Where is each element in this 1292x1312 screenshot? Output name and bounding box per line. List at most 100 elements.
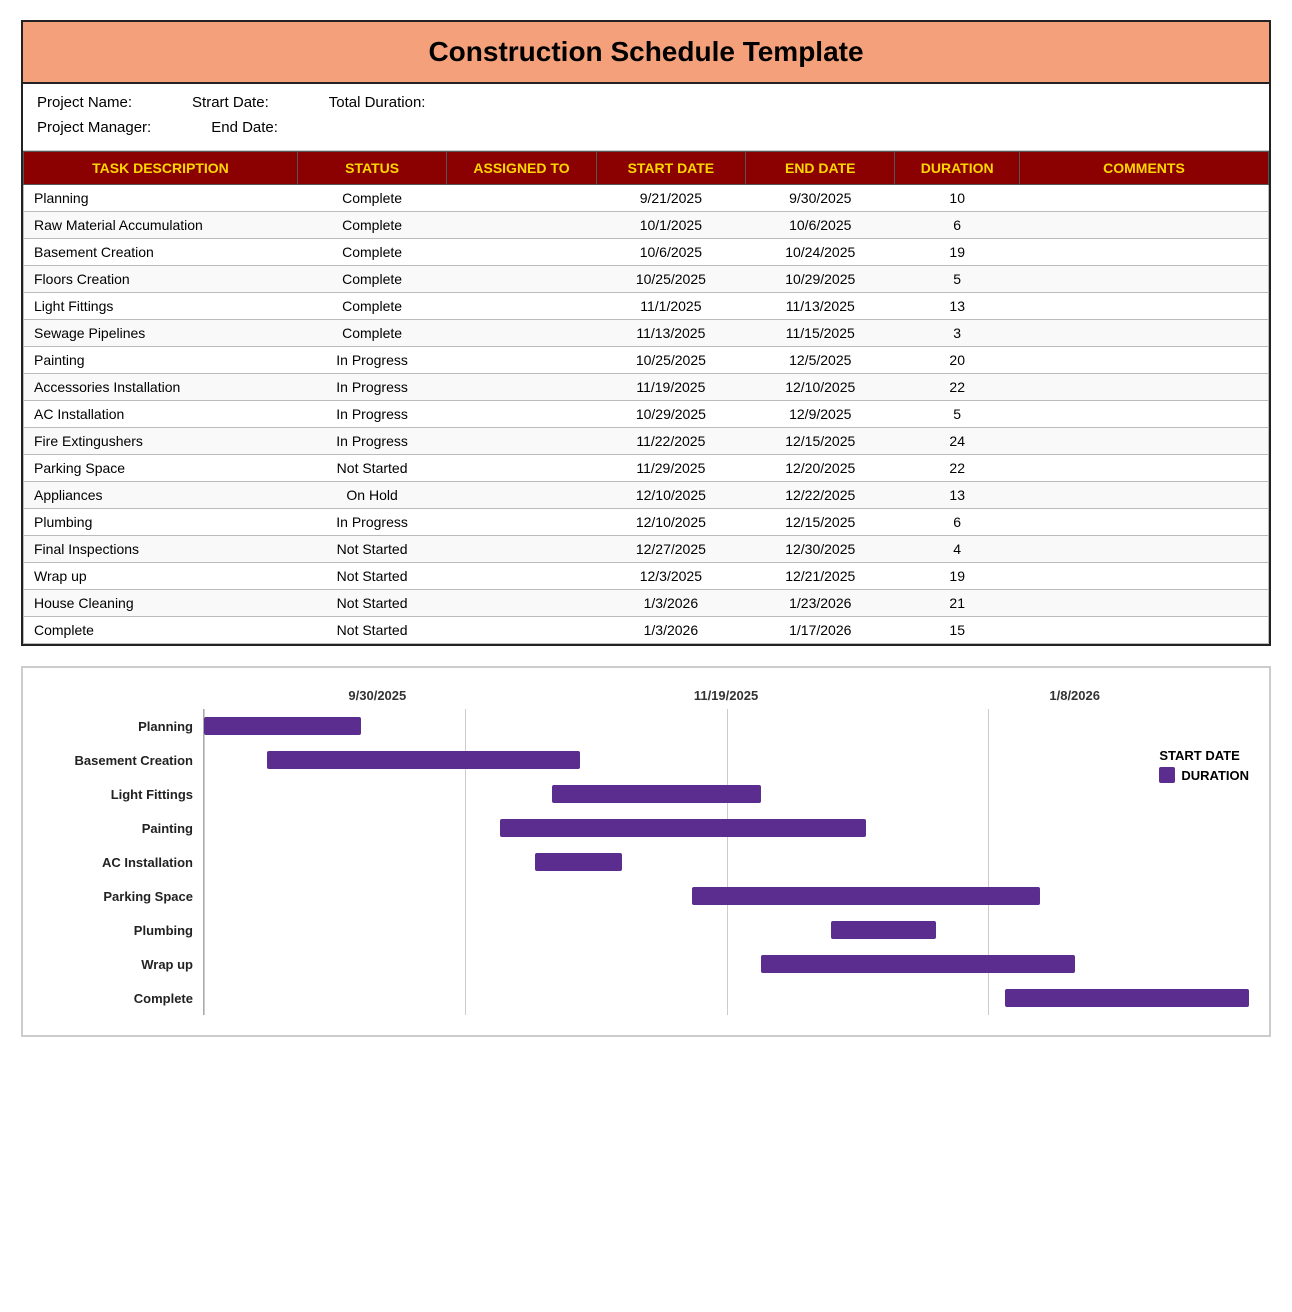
- gantt-bar: [692, 887, 1040, 905]
- task-start: 11/29/2025: [596, 455, 745, 482]
- th-status: STATUS: [297, 152, 446, 185]
- task-end: 12/20/2025: [746, 455, 895, 482]
- gantt-grid-line: [465, 879, 726, 913]
- task-status: Not Started: [297, 563, 446, 590]
- gantt-grid-line: [204, 981, 465, 1015]
- task-start: 1/3/2026: [596, 590, 745, 617]
- gantt-task-label: Basement Creation: [43, 753, 203, 768]
- gantt-chart-area: [203, 879, 1249, 913]
- task-assigned: [447, 374, 596, 401]
- gantt-grid-line: [204, 947, 465, 981]
- gantt-grid-line: [465, 947, 726, 981]
- task-name: Accessories Installation: [24, 374, 298, 401]
- meta-row-2: Project Manager: End Date:: [37, 119, 1255, 136]
- task-assigned: [447, 239, 596, 266]
- task-duration: 3: [895, 320, 1020, 347]
- page-title: Construction Schedule Template: [23, 22, 1269, 84]
- task-comments: [1019, 239, 1268, 266]
- task-comments: [1019, 482, 1268, 509]
- task-start: 12/27/2025: [596, 536, 745, 563]
- task-start: 11/22/2025: [596, 428, 745, 455]
- table-row: Parking Space Not Started 11/29/2025 12/…: [24, 455, 1269, 482]
- gantt-task-label: Planning: [43, 719, 203, 734]
- task-name: Complete: [24, 617, 298, 644]
- task-name: Parking Space: [24, 455, 298, 482]
- legend-start-item: START DATE: [1159, 748, 1249, 763]
- task-comments: [1019, 401, 1268, 428]
- task-start: 10/29/2025: [596, 401, 745, 428]
- gantt-x-label: 1/8/2026: [900, 688, 1249, 703]
- gantt-task-label: Complete: [43, 991, 203, 1006]
- gantt-header: 9/30/202511/19/20251/8/2026: [203, 688, 1249, 703]
- task-status: Complete: [297, 293, 446, 320]
- task-duration: 22: [895, 455, 1020, 482]
- gantt-chart-area: [203, 709, 1249, 743]
- task-comments: [1019, 590, 1268, 617]
- task-end: 12/10/2025: [746, 374, 895, 401]
- task-start: 11/19/2025: [596, 374, 745, 401]
- gantt-grid-line: [204, 811, 465, 845]
- gantt-bar: [535, 853, 622, 871]
- task-duration: 21: [895, 590, 1020, 617]
- task-status: Not Started: [297, 455, 446, 482]
- gantt-grid-line: [988, 811, 1249, 845]
- table-row: Floors Creation Complete 10/25/2025 10/2…: [24, 266, 1269, 293]
- task-name: Appliances: [24, 482, 298, 509]
- task-name: Floors Creation: [24, 266, 298, 293]
- table-row: Painting In Progress 10/25/2025 12/5/202…: [24, 347, 1269, 374]
- gantt-grid-line: [727, 777, 988, 811]
- task-end: 12/15/2025: [746, 509, 895, 536]
- task-start: 12/10/2025: [596, 482, 745, 509]
- gantt-chart-area: [203, 811, 1249, 845]
- task-comments: [1019, 293, 1268, 320]
- gantt-wrapper: 9/30/202511/19/20251/8/2026 Planning Base…: [21, 666, 1271, 1037]
- task-assigned: [447, 455, 596, 482]
- task-duration: 13: [895, 482, 1020, 509]
- task-name: Sewage Pipelines: [24, 320, 298, 347]
- gantt-bar: [267, 751, 581, 769]
- gantt-body: Planning Basement Creation Light Fittings P…: [43, 709, 1249, 1015]
- gantt-chart-area: [203, 777, 1249, 811]
- task-end: 11/15/2025: [746, 320, 895, 347]
- task-start: 10/1/2025: [596, 212, 745, 239]
- legend-start-label: START DATE: [1159, 748, 1239, 763]
- gantt-task-label: Plumbing: [43, 923, 203, 938]
- gantt-grid-line: [727, 709, 988, 743]
- task-comments: [1019, 536, 1268, 563]
- task-start: 11/13/2025: [596, 320, 745, 347]
- th-duration: DURATION: [895, 152, 1020, 185]
- task-name: House Cleaning: [24, 590, 298, 617]
- meta-section: Project Name: Strart Date: Total Duratio…: [23, 84, 1269, 151]
- end-date-label: End Date:: [211, 119, 278, 136]
- task-comments: [1019, 455, 1268, 482]
- gantt-bar: [761, 955, 1075, 973]
- task-duration: 10: [895, 185, 1020, 212]
- task-start: 10/6/2025: [596, 239, 745, 266]
- task-duration: 6: [895, 212, 1020, 239]
- gantt-row: Light Fittings: [43, 777, 1249, 811]
- task-assigned: [447, 428, 596, 455]
- gantt-bar: [1005, 989, 1249, 1007]
- legend-duration-label: DURATION: [1181, 768, 1249, 783]
- table-row: Appliances On Hold 12/10/2025 12/22/2025…: [24, 482, 1269, 509]
- gantt-chart-area: [203, 981, 1249, 1015]
- task-end: 10/24/2025: [746, 239, 895, 266]
- task-name: Light Fittings: [24, 293, 298, 320]
- table-row: AC Installation In Progress 10/29/2025 1…: [24, 401, 1269, 428]
- gantt-grid-line: [204, 845, 465, 879]
- gantt-grid-line: [988, 709, 1249, 743]
- task-status: In Progress: [297, 374, 446, 401]
- table-row: Fire Extingushers In Progress 11/22/2025…: [24, 428, 1269, 455]
- gantt-row: Complete: [43, 981, 1249, 1015]
- task-assigned: [447, 563, 596, 590]
- task-assigned: [447, 536, 596, 563]
- table-row: Final Inspections Not Started 12/27/2025…: [24, 536, 1269, 563]
- task-status: Not Started: [297, 617, 446, 644]
- task-name: Fire Extingushers: [24, 428, 298, 455]
- task-comments: [1019, 509, 1268, 536]
- table-row: House Cleaning Not Started 1/3/2026 1/23…: [24, 590, 1269, 617]
- gantt-task-label: Wrap up: [43, 957, 203, 972]
- task-status: In Progress: [297, 401, 446, 428]
- task-comments: [1019, 347, 1268, 374]
- task-name: AC Installation: [24, 401, 298, 428]
